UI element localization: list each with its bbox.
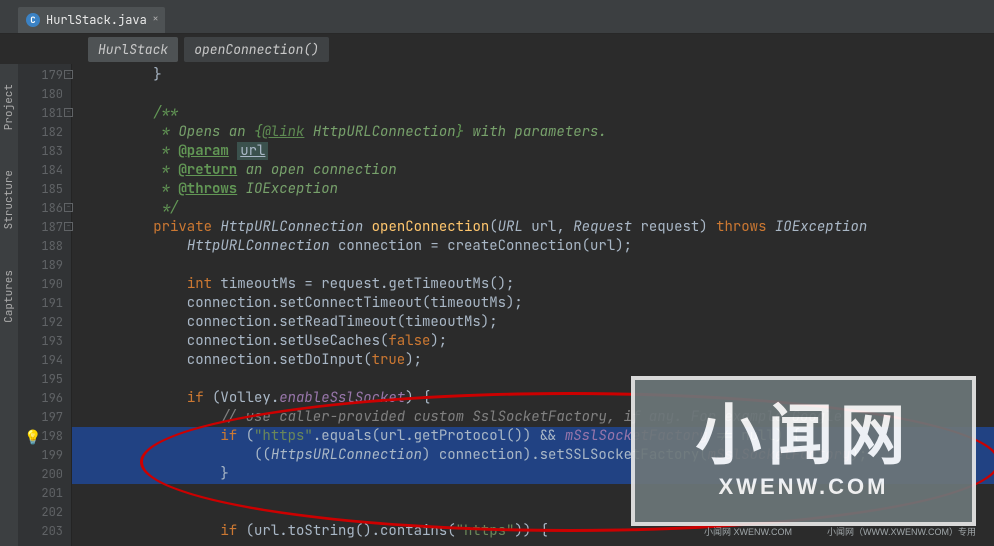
close-icon[interactable]: × <box>152 12 159 26</box>
code-line[interactable]: } <box>72 66 994 85</box>
gutter-line: 186- <box>18 199 71 218</box>
code-line[interactable]: * @return an open connection <box>72 161 994 180</box>
fold-icon[interactable]: - <box>64 70 73 79</box>
code-line[interactable]: connection.setConnectTimeout(timeoutMs); <box>72 294 994 313</box>
gutter-line: 180 <box>18 85 71 104</box>
watermark-overlay: 小闻网 XWENW.COM <box>631 376 976 526</box>
watermark-latin: XWENW.COM <box>719 474 889 500</box>
code-line[interactable]: HttpURLConnection connection = createCon… <box>72 237 994 256</box>
gutter-line: 202 <box>18 503 71 522</box>
gutter-line: 201 <box>18 484 71 503</box>
editor-tabs: C HurlStack.java × <box>0 6 994 34</box>
tool-window-bar: Project Structure Captures <box>0 64 18 546</box>
gutter-line: 196 <box>18 389 71 408</box>
gutter-line: 187- <box>18 218 71 237</box>
watermark-footer: 小闻网 XWENW.COM 小闻网（WWW.XWENW.COM）专用 <box>704 525 976 538</box>
crumb-class[interactable]: HurlStack <box>88 37 178 62</box>
gutter-line: 179- <box>18 66 71 85</box>
code-line[interactable] <box>72 256 994 275</box>
gutter-line: 185 <box>18 180 71 199</box>
code-line[interactable]: * @param url <box>72 142 994 161</box>
code-line[interactable]: * @throws IOException <box>72 180 994 199</box>
code-line[interactable]: int timeoutMs = request.getTimeoutMs(); <box>72 275 994 294</box>
gutter-line: 195 <box>18 370 71 389</box>
code-line[interactable] <box>72 85 994 104</box>
code-line[interactable]: connection.setDoInput(true); <box>72 351 994 370</box>
code-line[interactable]: /** <box>72 104 994 123</box>
file-tab[interactable]: C HurlStack.java × <box>18 7 165 33</box>
fold-icon[interactable]: - <box>64 203 73 212</box>
gutter-line: 193 <box>18 332 71 351</box>
gutter-line: 199 <box>18 446 71 465</box>
gutter-line: 198💡 <box>18 427 71 446</box>
java-class-icon: C <box>26 13 40 27</box>
code-line[interactable]: connection.setReadTimeout(timeoutMs); <box>72 313 994 332</box>
tool-captures[interactable]: Captures <box>2 270 16 323</box>
tool-project[interactable]: Project <box>2 84 16 130</box>
gutter-line: 189 <box>18 256 71 275</box>
gutter-line: 184 <box>18 161 71 180</box>
gutter-line: 188 <box>18 237 71 256</box>
gutter-line: 183 <box>18 142 71 161</box>
gutter-line: 181- <box>18 104 71 123</box>
code-line[interactable]: * Opens an {@link HttpURLConnection} wit… <box>72 123 994 142</box>
fold-icon[interactable]: - <box>64 222 73 231</box>
code-line[interactable]: */ <box>72 199 994 218</box>
gutter-line: 203 <box>18 522 71 541</box>
gutter-line: 182 <box>18 123 71 142</box>
tab-filename: HurlStack.java <box>46 12 147 28</box>
gutter-line: 200 <box>18 465 71 484</box>
breadcrumb-bar: HurlStack openConnection() <box>0 34 994 64</box>
gutter-line: 194 <box>18 351 71 370</box>
tool-structure[interactable]: Structure <box>2 170 16 229</box>
gutter-line: 192 <box>18 313 71 332</box>
gutter-line: 197 <box>18 408 71 427</box>
watermark-chinese: 小闻网 <box>696 402 912 468</box>
gutter-line: 191 <box>18 294 71 313</box>
crumb-method[interactable]: openConnection() <box>184 37 329 62</box>
editor-gutter: 179-180181-182183184185186-187-188189190… <box>18 64 72 546</box>
code-line[interactable]: private HttpURLConnection openConnection… <box>72 218 994 237</box>
code-line[interactable]: connection.setUseCaches(false); <box>72 332 994 351</box>
fold-icon[interactable]: - <box>64 108 73 117</box>
gutter-line: 190 <box>18 275 71 294</box>
